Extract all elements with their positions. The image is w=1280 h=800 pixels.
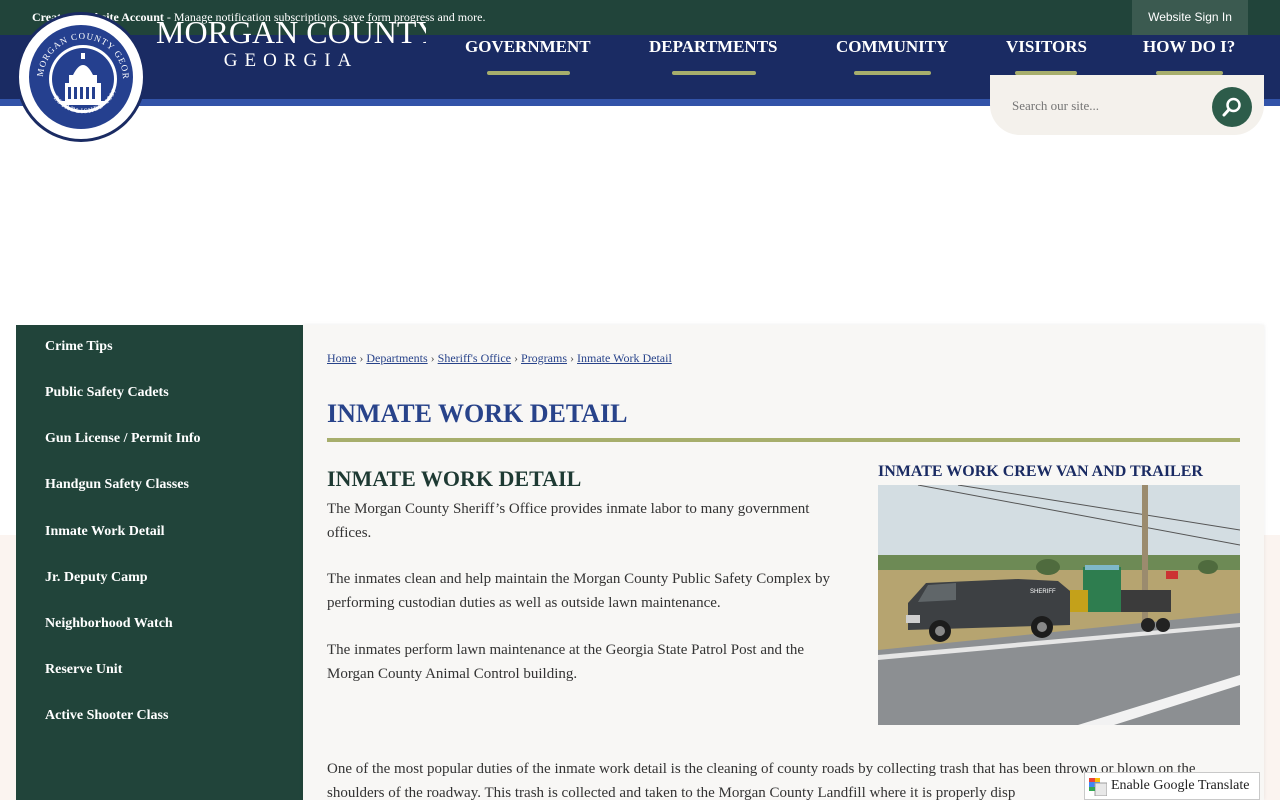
sidebar-item-active-shooter-class[interactable]: Active Shooter Class — [45, 708, 168, 724]
van-trailer-photo: SHERIFF — [878, 485, 1240, 725]
search-icon — [1222, 97, 1241, 117]
search-input[interactable] — [1012, 95, 1192, 117]
wordmark-county-name: MORGAN COUNTY — [156, 18, 426, 50]
seal-ring-text: MORGAN COUNTY GEORGIA ESTABLISHED 1807 — [29, 25, 131, 115]
sidebar-item-crime-tips[interactable]: Crime Tips — [45, 339, 113, 355]
nav-community[interactable]: COMMUNITY — [836, 37, 948, 57]
google-translate-button[interactable]: Enable Google Translate — [1084, 772, 1260, 800]
page-title: INMATE WORK DETAIL — [327, 399, 628, 428]
seal-inner: MORGAN COUNTY GEORGIA ESTABLISHED 1807 — [27, 23, 135, 131]
svg-text:ESTABLISHED 1807: ESTABLISHED 1807 — [52, 87, 119, 115]
sidebar-item-public-safety-cadets[interactable]: Public Safety Cadets — [45, 385, 169, 401]
website-sign-in-button[interactable]: Website Sign In — [1132, 0, 1248, 35]
van-trailer-illustration: SHERIFF — [878, 485, 1240, 725]
seal-text-top: MORGAN COUNTY GEORGIA — [29, 25, 130, 80]
breadcrumb-departments[interactable]: Departments — [366, 351, 427, 365]
county-seal-icon[interactable]: MORGAN COUNTY GEORGIA ESTABLISHED 1807 — [16, 12, 146, 142]
google-translate-label: Enable Google Translate — [1111, 778, 1250, 793]
breadcrumb-separator: › — [430, 351, 435, 365]
van-sheriff-label: SHERIFF — [1030, 589, 1056, 595]
breadcrumb-programs[interactable]: Programs — [521, 351, 567, 365]
title-divider — [327, 438, 1240, 442]
breadcrumb-home[interactable]: Home — [327, 351, 356, 365]
search-button[interactable] — [1212, 87, 1252, 127]
nav-visitors[interactable]: VISITORS — [1006, 37, 1087, 57]
nav-government[interactable]: GOVERNMENT — [465, 37, 591, 57]
google-translate-icon — [1089, 778, 1107, 796]
county-wordmark[interactable]: MORGAN COUNTY GEORGIA — [156, 18, 426, 78]
figure-caption: INMATE WORK CREW VAN AND TRAILER — [878, 463, 1203, 480]
paragraph-2: The inmates clean and help maintain the … — [327, 571, 830, 611]
breadcrumb-sheriffs-office[interactable]: Sheriff's Office — [438, 351, 511, 365]
breadcrumb-separator: › — [359, 351, 364, 365]
paragraph-3: The inmates perform lawn maintenance at … — [327, 642, 805, 682]
nav-community-underline — [854, 71, 931, 75]
wordmark-state: GEORGIA — [223, 50, 359, 71]
sidebar-item-gun-license[interactable]: Gun License / Permit Info — [45, 431, 201, 447]
sidebar-item-handgun-safety-classes[interactable]: Handgun Safety Classes — [45, 477, 189, 493]
breadcrumb-inmate-work-detail[interactable]: Inmate Work Detail — [577, 351, 672, 365]
nav-how-do-i[interactable]: HOW DO I? — [1143, 37, 1235, 57]
section-title: INMATE WORK DETAIL — [327, 466, 582, 491]
breadcrumb: Home › Departments › Sheriff's Office › Progra… — [327, 351, 672, 366]
main-content: Home › Departments › Sheriff's Office › Progra… — [303, 325, 1264, 800]
sidebar-item-jr-deputy-camp[interactable]: Jr. Deputy Camp — [45, 570, 148, 586]
paragraph-1: The Morgan County Sheriff’s Office provi… — [327, 501, 810, 541]
sidebar-nav: Crime Tips Public Safety Cadets Gun Lice… — [16, 325, 303, 800]
nav-government-underline — [487, 71, 570, 75]
breadcrumb-separator: › — [570, 351, 575, 365]
nav-departments-underline — [672, 71, 756, 75]
site-search — [990, 75, 1264, 135]
sidebar-item-inmate-work-detail[interactable]: Inmate Work Detail — [45, 524, 165, 540]
svg-text:MORGAN COUNTY GEORGIA: MORGAN COUNTY GEORGIA — [29, 25, 131, 80]
breadcrumb-separator: › — [514, 351, 519, 365]
seal-text-bottom: ESTABLISHED 1807 — [52, 87, 118, 115]
nav-departments[interactable]: DEPARTMENTS — [649, 37, 778, 57]
sidebar-item-reserve-unit[interactable]: Reserve Unit — [45, 662, 122, 678]
sidebar-item-neighborhood-watch[interactable]: Neighborhood Watch — [45, 616, 173, 632]
